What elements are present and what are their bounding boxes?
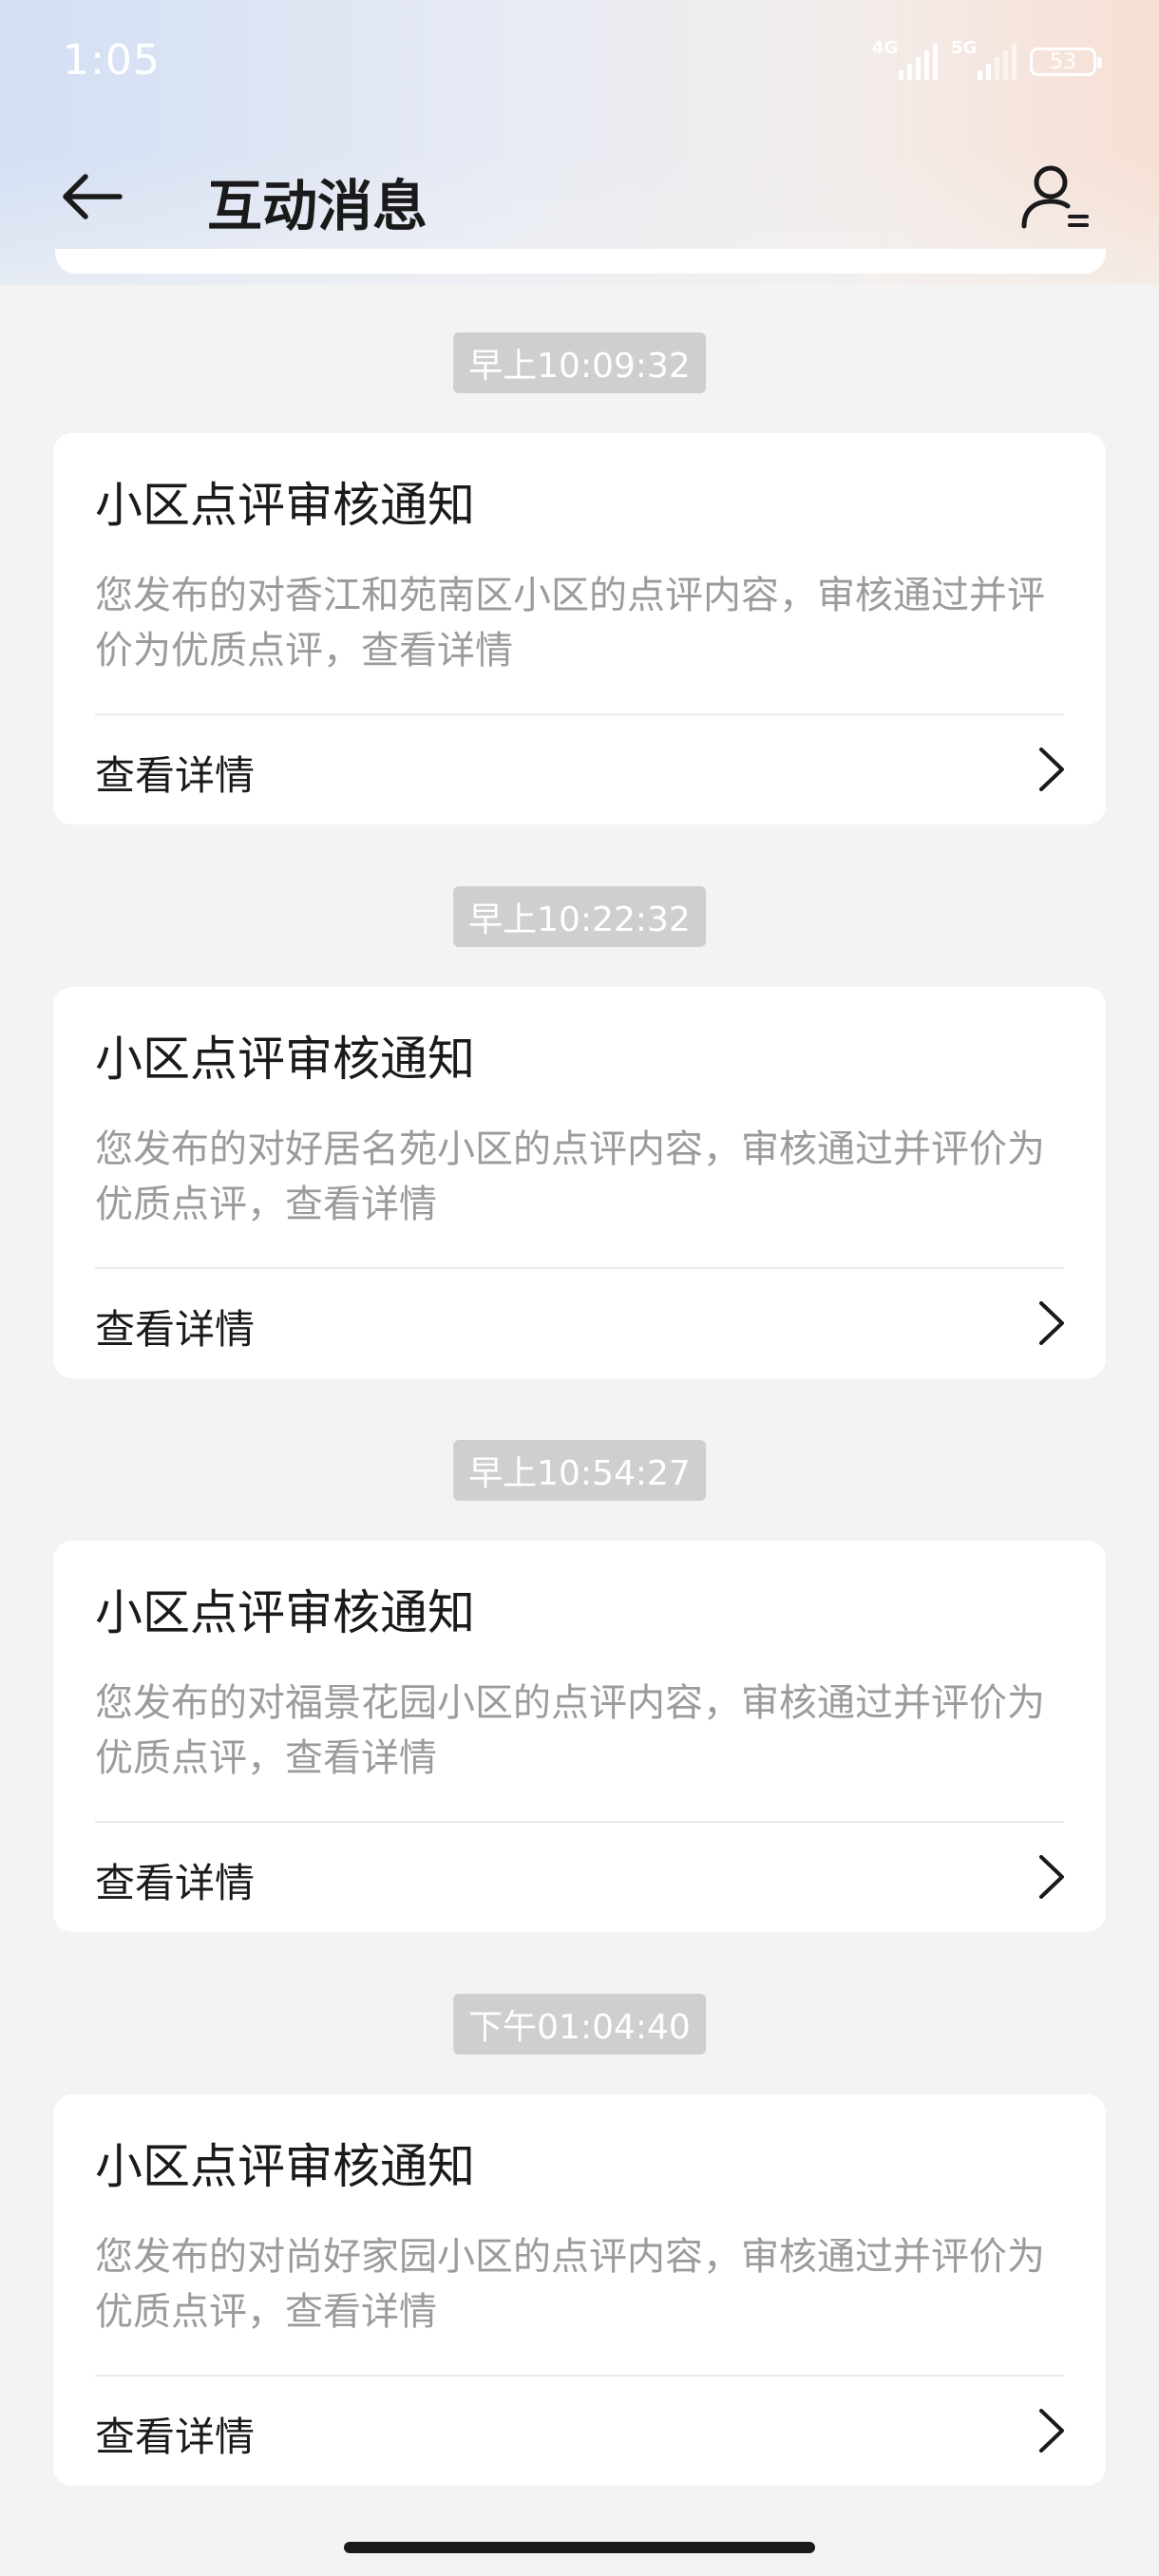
notification-card[interactable]: 小区点评审核通知 您发布的对尚好家园小区的点评内容，审核通过并评价为优质点评，查…: [53, 2094, 1106, 2486]
notification-title: 小区点评审核通知: [95, 1032, 475, 1087]
message-feed: 早上10:09:32 小区点评审核通知 您发布的对香江和苑南区小区的点评内容，审…: [0, 332, 1159, 2548]
message-timestamp: 早上10:09:32: [453, 332, 706, 393]
title-bar: 互动消息: [0, 142, 1159, 247]
chevron-right-icon: [1039, 1855, 1064, 1899]
status-time: 1:05: [63, 36, 161, 85]
signal-5g-icon: 5G: [951, 38, 1016, 80]
message-group: 下午01:04:40 小区点评审核通知 您发布的对尚好家园小区的点评内容，审核通…: [0, 1994, 1159, 2548]
notification-title: 小区点评审核通知: [95, 1585, 475, 1640]
view-details-row[interactable]: 查看详情: [53, 1823, 1106, 1932]
view-details-label: 查看详情: [95, 752, 256, 799]
notification-card[interactable]: 小区点评审核通知 您发布的对好居名苑小区的点评内容，审核通过并评价为优质点评，查…: [53, 987, 1106, 1378]
notification-body: 您发布的对尚好家园小区的点评内容，审核通过并评价为优质点评，查看详情: [95, 2235, 1045, 2334]
chevron-right-icon: [1039, 748, 1064, 791]
status-bar: 1:05 4G 5G 53: [0, 0, 1159, 123]
status-indicators: 4G 5G 53: [872, 38, 1102, 85]
message-group: 早上10:22:32 小区点评审核通知 您发布的对好居名苑小区的点评内容，审核通…: [0, 886, 1159, 1440]
notification-body: 您发布的对好居名苑小区的点评内容，审核通过并评价为优质点评，查看详情: [95, 1127, 1045, 1226]
view-details-label: 查看详情: [95, 1860, 256, 1906]
signal-bars: [899, 44, 938, 80]
message-group: 早上10:09:32 小区点评审核通知 您发布的对香江和苑南区小区的点评内容，审…: [0, 332, 1159, 886]
chevron-right-icon: [1039, 2409, 1064, 2453]
view-details-label: 查看详情: [95, 2414, 256, 2460]
view-details-row[interactable]: 查看详情: [53, 2377, 1106, 2486]
home-indicator[interactable]: [344, 2542, 815, 2553]
notification-card[interactable]: 小区点评审核通知 您发布的对香江和苑南区小区的点评内容，审核通过并评价为优质点评…: [53, 433, 1106, 824]
signal-4g-icon: 4G: [872, 38, 938, 80]
view-details-row[interactable]: 查看详情: [53, 1269, 1106, 1378]
profile-button[interactable]: [1016, 160, 1092, 236]
notification-card[interactable]: 小区点评审核通知 您发布的对福景花园小区的点评内容，审核通过并评价为优质点评，查…: [53, 1541, 1106, 1932]
user-settings-icon: [1021, 165, 1089, 229]
chevron-right-icon: [1039, 1301, 1064, 1345]
message-group: 早上10:54:27 小区点评审核通知 您发布的对福景花园小区的点评内容，审核通…: [0, 1440, 1159, 1994]
view-details-label: 查看详情: [95, 1306, 256, 1353]
back-button[interactable]: [57, 163, 133, 230]
battery-icon: 53: [1030, 47, 1102, 76]
previous-card-edge: [55, 249, 1106, 274]
notification-body: 您发布的对香江和苑南区小区的点评内容，审核通过并评价为优质点评，查看详情: [95, 574, 1045, 672]
notification-body: 您发布的对福景花园小区的点评内容，审核通过并评价为优质点评，查看详情: [95, 1681, 1045, 1780]
network-type-5g: 5G: [951, 38, 978, 58]
view-details-row[interactable]: 查看详情: [53, 715, 1106, 824]
message-timestamp: 早上10:54:27: [453, 1440, 706, 1501]
battery-level: 53: [1050, 49, 1076, 74]
message-timestamp: 下午01:04:40: [453, 1994, 706, 2055]
arrow-left-icon: [63, 174, 123, 219]
page-title: 互动消息: [207, 174, 428, 238]
notification-title: 小区点评审核通知: [95, 478, 475, 533]
signal-bars: [978, 44, 1016, 80]
notification-title: 小区点评审核通知: [95, 2139, 475, 2194]
message-timestamp: 早上10:22:32: [453, 886, 706, 947]
network-type-4g: 4G: [872, 38, 899, 58]
